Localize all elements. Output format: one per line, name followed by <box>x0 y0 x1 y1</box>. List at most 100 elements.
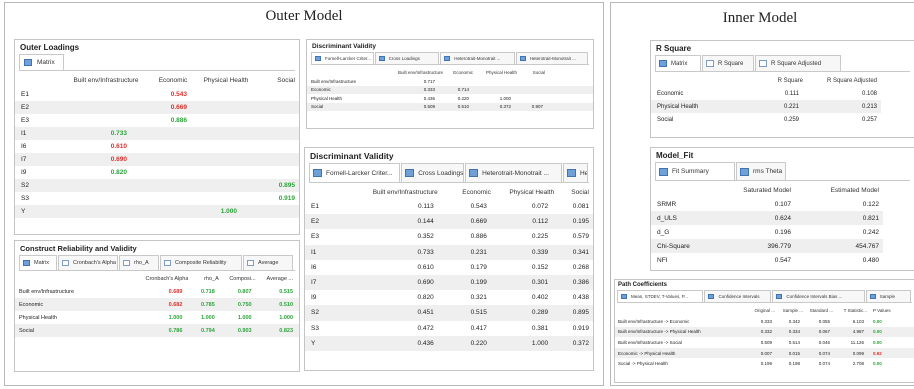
discriminant-validity-small-panel: Discriminant Validity Fornell-Larcker Cr… <box>306 39 594 129</box>
matrix-icon <box>405 169 415 177</box>
table-cell: 0.225 <box>531 233 549 241</box>
matrix-icon <box>566 169 576 177</box>
table-cell: 0.333 <box>760 318 772 324</box>
tab-1[interactable]: Cronbach's Alpha <box>58 255 118 270</box>
table-cell: 0.144 <box>345 214 438 230</box>
table-cell: 0.785 <box>188 298 219 311</box>
row-label: d_G <box>657 228 670 236</box>
column-header: Average ... <box>266 275 294 282</box>
table-cell: 0.895 <box>554 305 593 321</box>
table-cell: 6.103 <box>852 318 864 324</box>
tab-3[interactable]: Composite Reliability <box>160 255 242 270</box>
table-cell: 0.301 <box>490 274 555 291</box>
tab-2[interactable]: Heterotrait-Monotrait ... <box>465 163 562 182</box>
table-row: Physical Health 0.436 0.220 1.000 <box>307 94 593 103</box>
tab-0[interactable]: Matrix <box>655 55 701 71</box>
tab-0[interactable]: Mean, STDEV, T-Values, P... <box>617 290 704 302</box>
tab-3[interactable]: He <box>562 163 588 182</box>
table-cell: 0.886 <box>470 233 487 241</box>
table-cell: 0.610 <box>110 143 127 150</box>
table-row: S2 0.451 0.515 0.289 0.895 <box>305 305 593 321</box>
table-cell: 0.195 <box>554 214 593 230</box>
column-header: Physical Health <box>485 69 517 75</box>
table-cell: 0.015 <box>775 347 803 359</box>
table-cell <box>473 77 517 86</box>
table-cell: 0.903 <box>218 324 256 337</box>
table-row: I9 0.820 0.321 0.402 0.438 <box>305 290 593 305</box>
table-cell <box>153 153 193 166</box>
tab-0[interactable]: Fit Summary <box>655 162 735 180</box>
row-label: E1 <box>21 91 29 98</box>
table-cell: 0.515 <box>279 288 293 295</box>
tab-4[interactable]: Average <box>243 255 293 270</box>
tab-label: Confidence Intervals Bias ... <box>786 294 843 299</box>
tab-label: Heterotrait-Monotrait ... <box>529 56 576 61</box>
table-cell: 1.000 <box>490 335 555 351</box>
tab-0[interactable]: Matrix <box>19 255 57 270</box>
table-cell <box>153 205 193 218</box>
column-header: Estimated Model <box>830 186 879 194</box>
tab-0[interactable]: Fornell-Larcker Criter... <box>309 163 401 182</box>
matrix-icon <box>740 167 749 176</box>
tab-label: Fornell-Larcker Criter... <box>325 56 372 61</box>
table-row: E2 0.669 <box>15 101 299 114</box>
table-cell: 396.779 <box>711 239 797 253</box>
table-cell: 0.438 <box>572 294 589 302</box>
tab-0[interactable]: Fornell-Larcker Criter... <box>311 52 374 64</box>
tab-label: Cronbach's Alpha <box>73 260 116 266</box>
table-row: d_ULS 0.624 0.821 <box>651 211 883 225</box>
table-cell: 0.820 <box>417 294 434 302</box>
tab-3[interactable]: Sample <box>865 290 911 302</box>
table-cell: 0.689 <box>168 288 183 295</box>
path-coefficients-tabs: Mean, STDEV, T-Values, P... Confidence In… <box>617 290 912 303</box>
table-cell <box>193 101 259 114</box>
tab-2[interactable]: Heterotrait-Monotrait ... <box>440 52 515 64</box>
tab-label: R Square <box>718 60 744 67</box>
table-cell: 0.624 <box>711 211 797 225</box>
tab-2[interactable]: R Square Adjusted <box>755 55 841 71</box>
row-label: E2 <box>305 214 346 230</box>
column-header: Economic <box>158 77 188 84</box>
discriminant-validity-large-panel: Discriminant Validity Fornell-Larcker Cr… <box>304 147 594 371</box>
row-label: Built env/Infrastructure <box>19 288 75 295</box>
row-label: S3 <box>311 324 319 332</box>
tab-label: Matrix <box>34 260 49 266</box>
row-label: SRMR <box>657 200 677 208</box>
table-cell <box>259 140 299 153</box>
row-label: I7 <box>305 274 346 291</box>
r-square-table: R Square R Square Adjusted Economic 0.111… <box>651 74 881 126</box>
table-cell: 0.919 <box>278 195 295 202</box>
table-cell: 0.807 <box>237 288 252 295</box>
tab-label: Heterotrait-Monotrait ... <box>482 169 549 177</box>
table-header-row: Built env/Infrastructure Economic Physic… <box>305 185 593 199</box>
table-row: E2 0.144 0.669 0.112 0.195 <box>305 214 593 230</box>
tab-1[interactable]: rms Theta <box>736 162 786 180</box>
row-label: Built env/Infrastructure <box>311 78 357 84</box>
tab-matrix[interactable]: Matrix <box>19 54 64 70</box>
tab-2[interactable]: Confidence Intervals Bias ... <box>772 290 865 302</box>
table-cell: 0.402 <box>531 294 549 302</box>
matrix-icon <box>621 294 627 299</box>
table-row: I9 0.820 <box>15 166 299 179</box>
tab-1[interactable]: Cross Loadings <box>401 163 465 182</box>
table-cell <box>59 205 153 218</box>
table-cell: 0.242 <box>862 228 879 236</box>
table-row: E1 0.543 <box>15 88 299 101</box>
table-row: I7 0.690 0.199 0.301 0.386 <box>305 274 593 291</box>
matrix-icon <box>659 167 668 176</box>
column-header: Social <box>571 188 589 196</box>
column-header: T Statistic... <box>843 308 867 313</box>
tab-3[interactable]: Heterotrait-Monotrait ... <box>515 52 588 64</box>
tab-1[interactable]: Cross Loadings <box>374 52 440 64</box>
tab-1[interactable]: R Square <box>702 55 754 71</box>
table-cell: 0.007 <box>739 347 775 359</box>
row-label: I1 <box>15 127 59 140</box>
tab-label: Confidence Intervals <box>718 294 760 299</box>
tab-2[interactable]: rho_A <box>119 255 159 270</box>
table-cell: 0.152 <box>531 263 549 271</box>
table-cell: 0.199 <box>437 274 491 291</box>
table-cell: 0.820 <box>110 169 127 176</box>
table-cell: 0.072 <box>531 203 549 211</box>
tab-1[interactable]: Confidence Intervals <box>704 290 772 302</box>
table-row: S3 0.472 0.417 0.381 0.919 <box>305 321 593 336</box>
